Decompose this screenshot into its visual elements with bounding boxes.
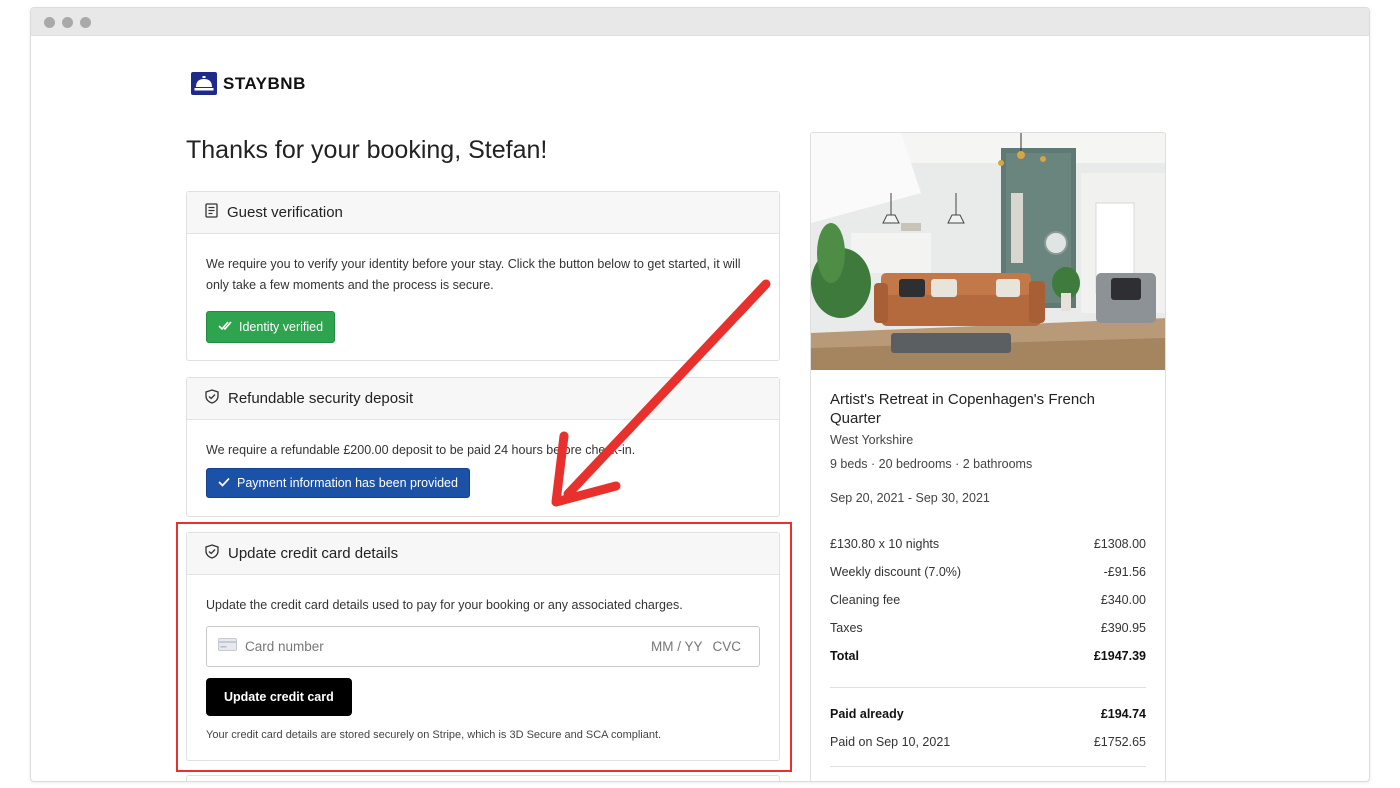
cvc-placeholder[interactable]: CVC [712, 636, 741, 657]
listing-specs: 9 beds · 20 bedrooms · 2 bathrooms [830, 457, 1033, 471]
listing-photo [811, 133, 1165, 370]
guest-verification-header: Guest verification [187, 192, 779, 234]
window-maximize-dot[interactable] [80, 17, 91, 28]
price-label: £130.80 x 10 nights [830, 537, 940, 551]
brand-logo[interactable]: STAYBNB [191, 72, 306, 95]
update-credit-card-button[interactable]: Update credit card [206, 678, 352, 716]
browser-window: STAYBNB Thanks for your booking, Stefan!… [30, 7, 1370, 782]
credit-card-icon [218, 636, 237, 657]
next-card [186, 775, 780, 781]
paid-row-date: Paid on Sep 10, 2021 £1752.65 [830, 728, 1146, 756]
guest-verification-heading: Guest verification [227, 204, 343, 221]
window-titlebar [31, 8, 1369, 36]
security-deposit-heading: Refundable security deposit [228, 390, 414, 407]
price-row-discount: Weekly discount (7.0%) -£91.56 [830, 558, 1146, 586]
update-credit-card-text: Update the credit card details used to p… [206, 598, 683, 612]
page-title: Thanks for your booking, Stefan! [186, 136, 548, 164]
listing-location: West Yorkshire [830, 433, 914, 447]
listing-title[interactable]: Artist's Retreat in Copenhagen's French … [830, 390, 1146, 428]
paid-label: Paid on Sep 10, 2021 [830, 735, 951, 749]
double-check-icon [218, 317, 232, 338]
shield-check-icon [205, 544, 219, 563]
booking-dates: Sep 20, 2021 - Sep 30, 2021 [830, 491, 990, 505]
price-label: Total [830, 649, 859, 663]
update-credit-card-card: Update credit card details Update the cr… [186, 532, 780, 761]
payment-provided-button[interactable]: Payment information has been provided [206, 468, 470, 498]
price-row-cleaning: Cleaning fee £340.00 [830, 586, 1146, 614]
annotation-arrow [551, 279, 771, 507]
identity-verified-button[interactable]: Identity verified [206, 311, 336, 343]
window-minimize-dot[interactable] [62, 17, 73, 28]
window-close-dot[interactable] [44, 17, 55, 28]
brand-name: STAYBNB [223, 73, 306, 93]
booking-summary: Artist's Retreat in Copenhagen's French … [810, 132, 1166, 781]
divider [830, 766, 1146, 767]
divider [830, 687, 1146, 688]
paid-value: £194.74 [1100, 707, 1146, 721]
price-row-nights: £130.80 x 10 nights £1308.00 [830, 530, 1146, 558]
update-credit-card-header: Update credit card details [187, 533, 779, 575]
price-label: Taxes [830, 621, 863, 635]
concierge-bell-icon [191, 72, 217, 95]
price-label: Cleaning fee [830, 593, 901, 607]
price-value: -£91.56 [1103, 565, 1146, 579]
paid-row-already: Paid already £194.74 [830, 700, 1146, 728]
payment-provided-label: Payment information has been provided [237, 475, 458, 490]
passport-icon [205, 203, 218, 222]
card-number-input[interactable]: Card number MM / YY CVC [206, 626, 760, 667]
price-row-total: Total £1947.39 [830, 642, 1146, 670]
card-number-placeholder: Card number [245, 639, 324, 654]
stripe-security-note: Your credit card details are stored secu… [206, 729, 662, 741]
price-row-taxes: Taxes £390.95 [830, 614, 1146, 642]
price-breakdown: £130.80 x 10 nights £1308.00 Weekly disc… [830, 530, 1146, 670]
paid-value: £1752.65 [1093, 735, 1146, 749]
price-value: £390.95 [1100, 621, 1146, 635]
identity-verified-label: Identity verified [239, 319, 324, 334]
update-credit-card-heading: Update credit card details [228, 545, 399, 562]
expiry-placeholder[interactable]: MM / YY [651, 636, 703, 657]
check-icon [218, 473, 230, 494]
price-value: £340.00 [1100, 593, 1146, 607]
price-value: £1308.00 [1093, 537, 1146, 551]
price-value: £1947.39 [1093, 649, 1146, 663]
shield-check-icon [205, 389, 219, 408]
paid-label: Paid already [830, 707, 904, 721]
price-label: Weekly discount (7.0%) [830, 565, 962, 579]
